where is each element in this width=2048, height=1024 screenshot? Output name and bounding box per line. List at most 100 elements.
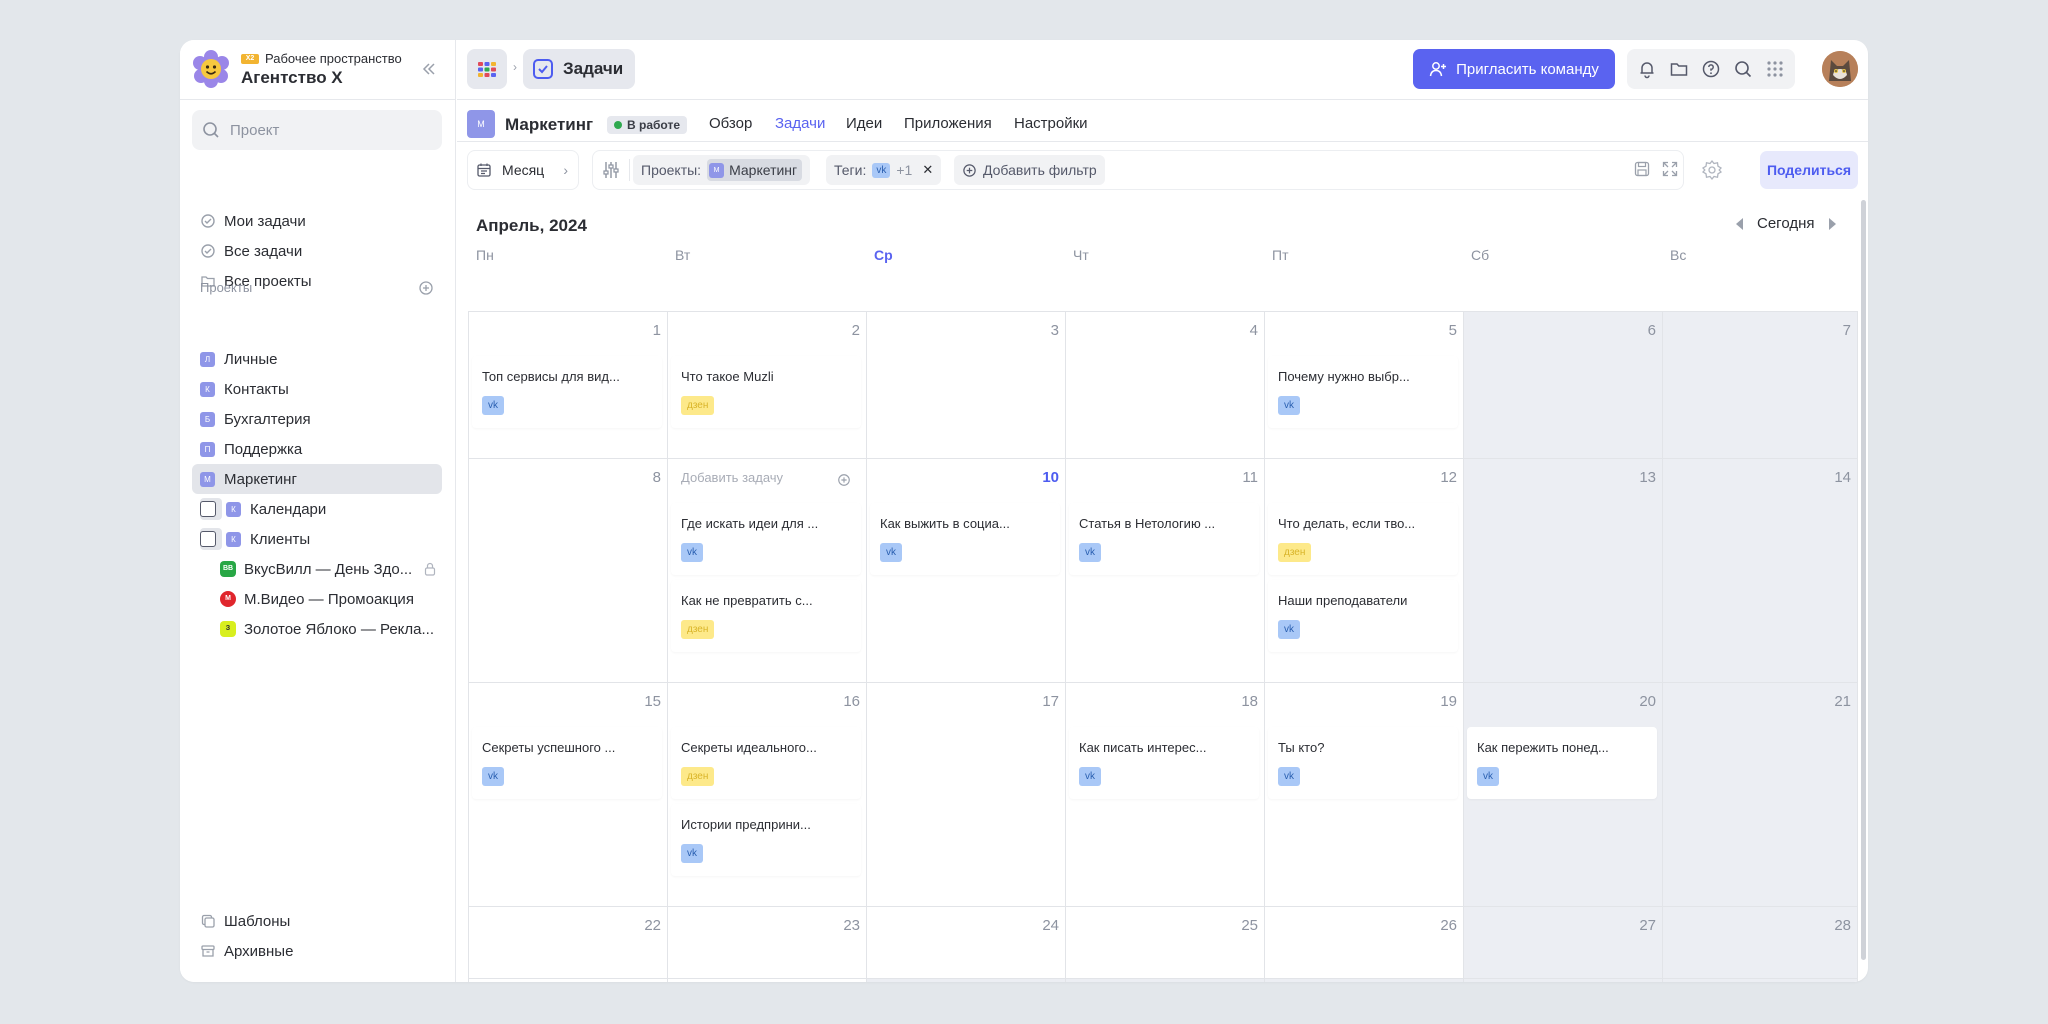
add-task-input[interactable] bbox=[681, 470, 821, 485]
help-icon[interactable] bbox=[1701, 59, 1721, 79]
user-avatar[interactable] bbox=[1822, 51, 1858, 87]
day-number[interactable]: 3 bbox=[1019, 322, 1059, 339]
task-card[interactable]: Топ сервисы для вид... vk bbox=[472, 356, 662, 428]
day-number[interactable]: 7 bbox=[1811, 322, 1851, 339]
day-number[interactable]: 20 bbox=[1616, 693, 1656, 710]
project-item-support[interactable]: П Поддержка bbox=[192, 434, 442, 464]
task-card[interactable]: Ты кто? vk bbox=[1268, 727, 1458, 799]
expand-icon[interactable] bbox=[1661, 160, 1679, 178]
add-task-input-box[interactable] bbox=[671, 462, 861, 498]
task-card[interactable]: Как не превратить с... дзен bbox=[671, 580, 861, 652]
project-item-accounting[interactable]: Б Бухгалтерия bbox=[192, 404, 442, 434]
nav-archive[interactable]: Архивные bbox=[192, 936, 442, 966]
day-number[interactable]: 8 bbox=[621, 469, 661, 486]
project-color-box: К bbox=[226, 531, 241, 547]
task-card[interactable]: Наши преподаватели vk bbox=[1268, 580, 1458, 652]
task-card[interactable]: Почему нужно выбр... vk bbox=[1268, 356, 1458, 428]
day-number[interactable]: 22 bbox=[621, 917, 661, 934]
project-item-contacts[interactable]: К Контакты bbox=[192, 374, 442, 404]
task-card[interactable]: Как пережить понед... vk bbox=[1467, 727, 1657, 799]
day-number[interactable]: 17 bbox=[1019, 693, 1059, 710]
task-card[interactable]: Как писать интерес... vk bbox=[1069, 727, 1259, 799]
nav-templates[interactable]: Шаблоны bbox=[192, 906, 442, 936]
folder-icon[interactable] bbox=[1669, 59, 1689, 79]
day-number[interactable]: 21 bbox=[1811, 693, 1851, 710]
task-tag: vk bbox=[1079, 543, 1101, 562]
weekday-header: Пн bbox=[476, 247, 494, 263]
filter-chip-projects[interactable]: Проекты: М Маркетинг bbox=[633, 155, 811, 185]
folder-item-calendars[interactable]: К Календари bbox=[192, 494, 442, 524]
task-card[interactable]: Что делать, если тво... дзен bbox=[1268, 503, 1458, 575]
add-project-icon[interactable] bbox=[418, 280, 434, 296]
day-number[interactable]: 15 bbox=[621, 693, 661, 710]
project-item-marketing[interactable]: М Маркетинг bbox=[192, 464, 442, 494]
settings-button[interactable] bbox=[1693, 151, 1731, 189]
collapse-sidebar-button[interactable] bbox=[418, 58, 440, 80]
day-number[interactable]: 27 bbox=[1616, 917, 1656, 934]
day-number[interactable]: 13 bbox=[1616, 469, 1656, 486]
filter-settings-icon[interactable] bbox=[601, 160, 621, 180]
project-item-personal[interactable]: Л Личные bbox=[192, 344, 442, 374]
add-filter-button[interactable]: Добавить фильтр bbox=[954, 155, 1105, 185]
view-selector-month[interactable]: Месяц › bbox=[468, 151, 578, 189]
client-item-vkusvill[interactable]: ВВ ВкусВилл — День Здо... bbox=[220, 554, 444, 584]
tab-ideas[interactable]: Идеи bbox=[846, 115, 882, 132]
breadcrumb-tasks[interactable]: Задачи bbox=[523, 49, 636, 89]
filter-chip-tags[interactable]: Теги: vk +1 ✕ bbox=[826, 155, 942, 185]
save-icon[interactable] bbox=[1633, 160, 1651, 178]
grid-line bbox=[866, 311, 867, 982]
today-button[interactable]: Сегодня bbox=[1757, 215, 1815, 232]
client-item-zolotoe-yabloko[interactable]: З Золотое Яблоко — Рекла... bbox=[220, 614, 444, 644]
client-item-mvideo[interactable]: М М.Видео — Промоакция bbox=[220, 584, 444, 614]
day-number[interactable]: 26 bbox=[1417, 917, 1457, 934]
day-number[interactable]: 28 bbox=[1811, 917, 1851, 934]
day-number[interactable]: 2 bbox=[820, 322, 860, 339]
day-number[interactable]: 5 bbox=[1417, 322, 1457, 339]
tab-apps[interactable]: Приложения bbox=[904, 115, 992, 132]
day-number[interactable]: 23 bbox=[820, 917, 860, 934]
scrollbar[interactable] bbox=[1861, 200, 1866, 960]
close-icon[interactable]: ✕ bbox=[922, 162, 933, 178]
tab-tasks[interactable]: Задачи bbox=[775, 115, 825, 132]
nav-my-tasks[interactable]: Мои задачи bbox=[192, 206, 442, 236]
day-number[interactable]: 1 bbox=[621, 322, 661, 339]
day-number[interactable]: 6 bbox=[1616, 322, 1656, 339]
add-circle-icon[interactable] bbox=[837, 473, 851, 487]
task-card[interactable]: Истории предприни... vk bbox=[671, 804, 861, 876]
day-number[interactable]: 16 bbox=[820, 693, 860, 710]
previous-month-icon[interactable] bbox=[1736, 217, 1743, 230]
nav-all-tasks[interactable]: Все задачи bbox=[192, 236, 442, 266]
day-number[interactable]: 18 bbox=[1218, 693, 1258, 710]
next-month-icon[interactable] bbox=[1828, 217, 1836, 230]
task-card[interactable]: Как выжить в социа... vk bbox=[870, 503, 1060, 575]
bell-icon[interactable] bbox=[1637, 59, 1657, 79]
project-color-box: Б bbox=[200, 411, 215, 427]
day-number[interactable]: 25 bbox=[1218, 917, 1258, 934]
folder-item-clients[interactable]: К Клиенты bbox=[192, 524, 442, 554]
tab-overview[interactable]: Обзор bbox=[709, 115, 752, 132]
search-icon[interactable] bbox=[1733, 59, 1753, 79]
task-card[interactable]: Статья в Нетологию ... vk bbox=[1069, 503, 1259, 575]
tab-settings[interactable]: Настройки bbox=[1014, 115, 1088, 132]
search-input[interactable] bbox=[230, 110, 430, 150]
day-number[interactable]: 14 bbox=[1811, 469, 1851, 486]
task-card[interactable]: Что такое Muzli дзен bbox=[671, 356, 861, 428]
client-label: Золотое Яблоко — Рекла... bbox=[244, 620, 434, 638]
day-number[interactable]: 19 bbox=[1417, 693, 1457, 710]
status-badge[interactable]: В работе bbox=[607, 116, 687, 134]
project-search[interactable] bbox=[192, 110, 442, 150]
apps-dots-icon[interactable] bbox=[1765, 59, 1785, 79]
share-button[interactable]: Поделиться bbox=[1760, 151, 1858, 189]
invite-team-button[interactable]: Пригласить команду bbox=[1413, 49, 1615, 89]
task-card[interactable]: Секреты успешного ... vk bbox=[472, 727, 662, 799]
apps-menu-button[interactable] bbox=[467, 49, 507, 89]
day-number[interactable]: 12 bbox=[1417, 469, 1457, 486]
project-label: Маркетинг bbox=[224, 470, 297, 488]
task-card[interactable]: Где искать идеи для ... vk bbox=[671, 503, 861, 575]
task-card[interactable]: Секреты идеального... дзен bbox=[671, 727, 861, 799]
day-number[interactable]: 24 bbox=[1019, 917, 1059, 934]
workspace-header[interactable]: X2 Рабочее пространство Агентство X bbox=[180, 40, 456, 100]
day-number[interactable]: 11 bbox=[1218, 469, 1258, 486]
day-number[interactable]: 4 bbox=[1218, 322, 1258, 339]
day-number[interactable]: 10 bbox=[1019, 469, 1059, 486]
